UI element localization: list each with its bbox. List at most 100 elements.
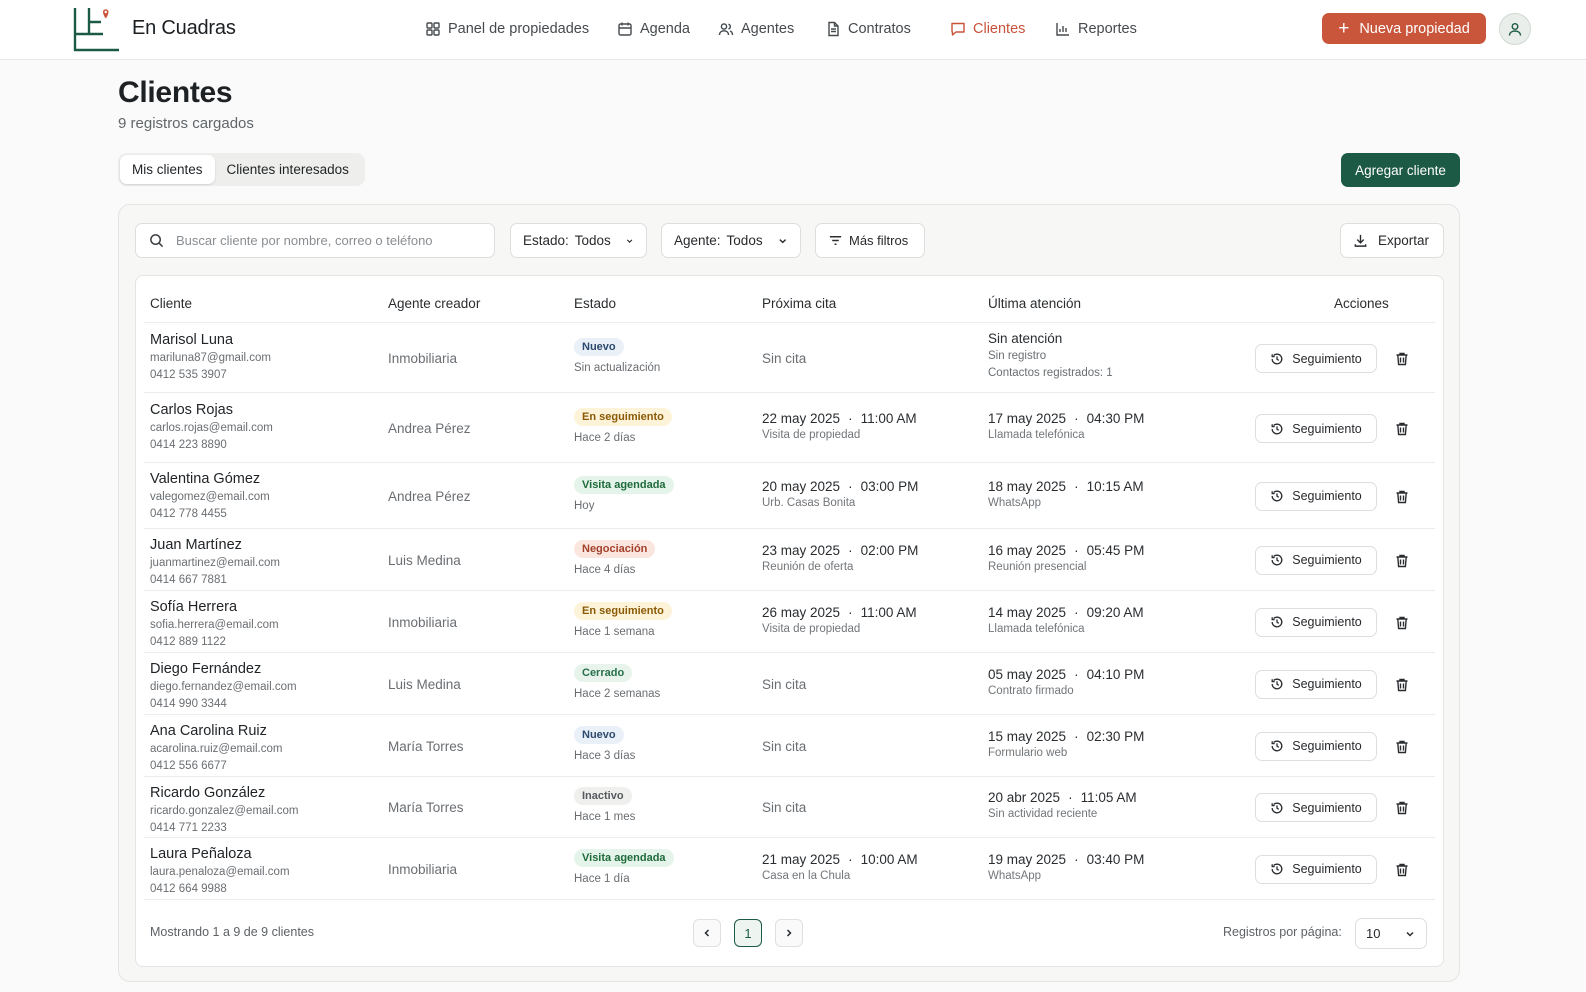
contacts-count: Contactos registrados: 1 [988, 367, 1113, 379]
per-page-label: Registros por página: [1223, 925, 1342, 939]
column-header-acciones: Acciones [1334, 296, 1389, 311]
follow-up-button[interactable]: Seguimiento [1255, 731, 1377, 761]
delete-button[interactable] [1394, 489, 1410, 505]
page-button-1[interactable]: 1 [734, 919, 762, 947]
more-filters-button[interactable]: Más filtros [815, 223, 925, 258]
trash-icon [1396, 352, 1408, 366]
client-name[interactable]: Carlos Rojas [150, 402, 273, 418]
add-client-button[interactable]: Agregar cliente [1341, 153, 1460, 187]
follow-up-button[interactable]: Seguimiento [1255, 344, 1377, 373]
search-icon [150, 234, 164, 248]
column-header-estado: Estado [574, 296, 617, 311]
delete-button[interactable] [1394, 351, 1410, 367]
next-detail: Reunión de oferta [762, 560, 854, 573]
nav-label: Contratos [848, 21, 911, 37]
client-name[interactable]: Ana Carolina Ruiz [150, 723, 282, 739]
history-icon [1271, 353, 1283, 364]
delete-button[interactable] [1394, 615, 1410, 631]
delete-button[interactable] [1394, 800, 1410, 816]
new-property-button[interactable]: + Nueva propiedad [1322, 13, 1486, 44]
follow-up-label: Seguimiento [1292, 615, 1362, 629]
nav-item-agenda[interactable]: Agenda [617, 0, 690, 58]
separator-dot: · [1074, 666, 1079, 682]
nav-item-clientes[interactable]: Clientes [950, 0, 1025, 58]
nav-item-agentes[interactable]: Agentes [718, 0, 794, 58]
history-icon [1271, 554, 1283, 566]
nav-item-panel-propiedades[interactable]: Panel de propiedades [425, 0, 589, 58]
last-time: 04:30 PM [1086, 411, 1145, 426]
delete-button[interactable] [1394, 421, 1410, 437]
last-time: 02:30 PM [1086, 728, 1145, 744]
follow-up-label: Seguimiento [1292, 489, 1362, 503]
client-name[interactable]: Laura Peñaloza [150, 846, 290, 862]
follow-up-button[interactable]: Seguimiento [1255, 669, 1377, 699]
client-name[interactable]: Sofía Herrera [150, 599, 279, 615]
nav-item-contratos[interactable]: Contratos [825, 0, 911, 58]
follow-up-button[interactable]: Seguimiento [1255, 793, 1377, 822]
export-button[interactable]: Exportar [1340, 223, 1444, 258]
agent-name: Luis Medina [388, 552, 461, 568]
client-name[interactable]: Marisol Luna [150, 332, 271, 348]
follow-up-label: Seguimiento [1292, 739, 1362, 753]
client-email: carlos.rojas@email.com [150, 422, 273, 434]
nav-item-reportes[interactable]: Reportes [1055, 0, 1137, 58]
client-phone: 0412 535 3907 [150, 369, 227, 381]
follow-up-button[interactable]: Seguimiento [1255, 854, 1377, 884]
next-detail: Casa en la Chula [762, 869, 851, 882]
delete-button[interactable] [1394, 739, 1410, 755]
client-email: diego.fernandez@email.com [150, 681, 297, 693]
follow-up-button[interactable]: Seguimiento [1255, 545, 1377, 575]
separator-dot: · [848, 542, 853, 558]
user-icon [1508, 23, 1522, 36]
filter-icon [829, 236, 842, 245]
previous-page-button[interactable] [693, 919, 721, 947]
avatar[interactable] [1499, 13, 1531, 45]
status-badge: En seguimiento [574, 601, 672, 620]
delete-button[interactable] [1394, 862, 1410, 878]
last-time: 09:20 AM [1086, 604, 1144, 620]
follow-up-button[interactable]: Seguimiento [1255, 414, 1377, 443]
separator-dot: · [848, 604, 853, 620]
follow-up-button[interactable]: Seguimiento [1255, 607, 1377, 637]
client-phone: 0412 778 4455 [150, 508, 227, 520]
tab-clientes-interesados[interactable]: Clientes interesados [215, 155, 361, 184]
client-name[interactable]: Diego Fernández [150, 661, 297, 677]
row-divider [144, 837, 1435, 838]
column-header-proxima-cita: Próxima cita [762, 296, 837, 311]
client-name[interactable]: Ricardo González [150, 785, 298, 801]
status-badge: Nuevo [574, 338, 624, 356]
nav-label: Agenda [640, 21, 690, 37]
column-header-ultima-atencion: Última atención [988, 296, 1082, 311]
estado-filter[interactable]: Estado: Todos [510, 223, 647, 258]
search-input[interactable]: Buscar cliente por nombre, correo o telé… [135, 223, 495, 258]
last-date: 20 abr 2025 [988, 790, 1061, 805]
row-divider [144, 392, 1435, 393]
nav-label: Panel de propiedades [448, 21, 590, 37]
follow-up-label: Seguimiento [1292, 553, 1362, 567]
delete-button[interactable] [1394, 553, 1410, 569]
tab-mis-clientes[interactable]: Mis clientes [120, 155, 215, 184]
delete-button[interactable] [1394, 677, 1410, 693]
client-name[interactable]: Juan Martínez [150, 537, 280, 553]
client-email: valegomez@email.com [150, 491, 270, 503]
next-page-button[interactable] [775, 919, 803, 947]
row-divider [144, 652, 1435, 653]
history-icon [1271, 616, 1283, 628]
last-date: Sin atención [988, 331, 1063, 346]
next-time: 03:00 PM [860, 478, 919, 494]
last-detail: WhatsApp [988, 496, 1042, 509]
agent-name: Andrea Pérez [388, 488, 471, 504]
last-detail: Formulario web [988, 746, 1068, 759]
next-detail: Visita de propiedad [762, 429, 861, 441]
client-email: ricardo.gonzalez@email.com [150, 805, 299, 817]
status-badge: Visita agendada [574, 475, 674, 494]
client-name[interactable]: Valentina Gómez [150, 471, 270, 487]
next-date: 22 may 2025 [762, 411, 841, 426]
next-date: Sin cita [762, 676, 807, 692]
brand-name[interactable]: En Cuadras [132, 17, 236, 40]
client-phone: 0412 664 9988 [150, 883, 227, 895]
agente-filter[interactable]: Agente: Todos [661, 223, 801, 258]
per-page-select[interactable]: 10 [1355, 918, 1427, 949]
follow-up-button[interactable]: Seguimiento [1255, 481, 1377, 511]
grid-icon [426, 22, 440, 36]
